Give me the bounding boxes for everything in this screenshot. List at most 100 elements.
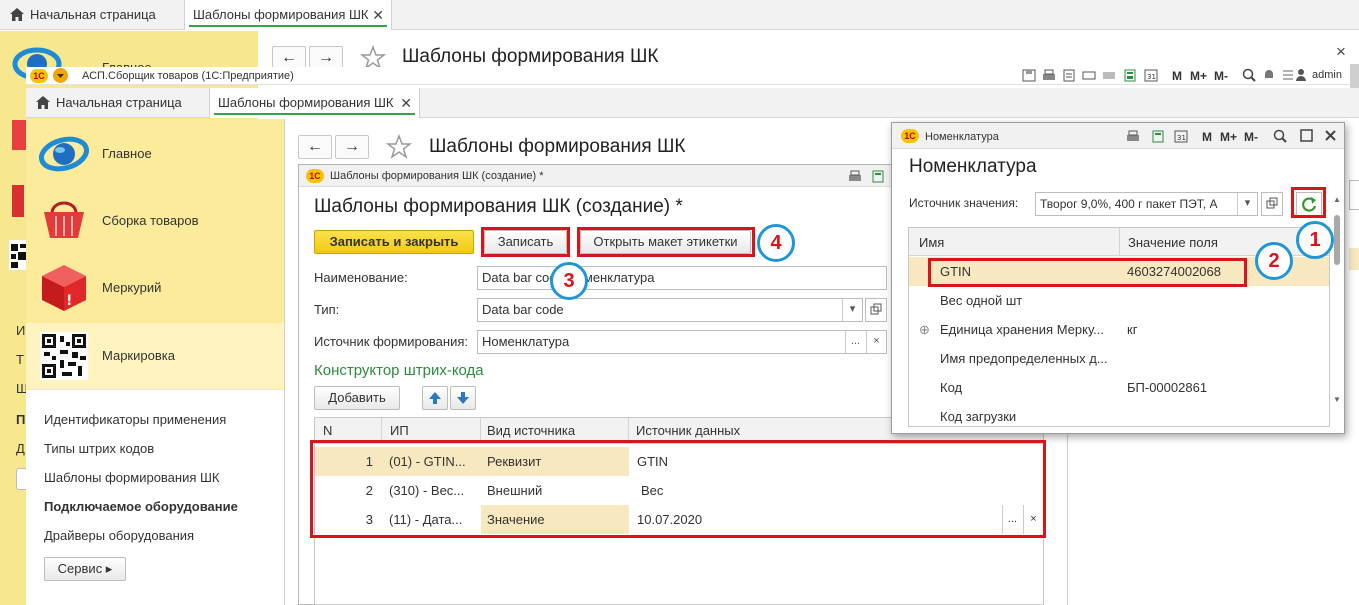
expand-plus-icon[interactable]: ⊕	[919, 315, 933, 344]
calendar-icon[interactable]: 31	[1144, 69, 1158, 82]
row-select-icon[interactable]: ...	[1002, 505, 1022, 534]
zoom-icon[interactable]	[1242, 68, 1256, 82]
row-clear-icon[interactable]: ×	[1023, 505, 1043, 534]
bg-tab-templates[interactable]: Шаблоны формирования ШК ✕	[184, 0, 392, 30]
value-source-open-icon[interactable]	[1261, 192, 1283, 216]
bg-close-icon[interactable]: ×	[1336, 42, 1346, 62]
favorite-star-icon[interactable]	[385, 133, 413, 163]
scroll-up-icon[interactable]: ▲	[1333, 195, 1341, 204]
col-name[interactable]: Имя	[919, 235, 944, 250]
tab-home[interactable]: Начальная страница	[26, 88, 206, 118]
popup-calendar-icon[interactable]: 31	[1174, 130, 1188, 143]
sidebar-item-assembly[interactable]: Сборка товаров	[26, 188, 284, 254]
sidebar-item-mercury[interactable]: ! Меркурий	[26, 255, 284, 321]
table-row[interactable]: Код загрузки	[909, 402, 1329, 426]
bg-tab-close-icon[interactable]: ✕	[372, 0, 384, 30]
table-row[interactable]: 1 (01) - GTIN... Реквизит GTIN	[315, 447, 1043, 476]
back-button[interactable]: ←	[298, 135, 332, 159]
row-n: 2	[365, 483, 373, 498]
popup-maximize-icon[interactable]	[1300, 129, 1313, 142]
source-input[interactable]: Номенклатура ... ×	[477, 330, 887, 354]
main-menu-icon[interactable]	[53, 68, 68, 83]
link-equipment-drivers[interactable]: Драйверы оборудования	[44, 528, 194, 543]
name-input[interactable]: Data bar code Номенклатура	[477, 266, 887, 290]
col-ip[interactable]: ИП	[390, 423, 409, 438]
source-select-icon[interactable]: ...	[845, 331, 865, 353]
save-and-close-button[interactable]: Записать и закрыть	[314, 230, 474, 254]
user-name[interactable]: admin	[1312, 69, 1342, 81]
link-application-identifiers[interactable]: Идентификаторы применения	[44, 412, 226, 427]
save-button[interactable]: Записать	[484, 230, 567, 254]
move-up-button[interactable]	[422, 386, 448, 410]
row-value	[1127, 402, 1317, 426]
scroll-thumb[interactable]	[1334, 215, 1340, 265]
forward-button[interactable]: →	[335, 135, 369, 159]
link-connected-equipment[interactable]: Подключаемое оборудование	[44, 499, 238, 514]
popup-scrollbar[interactable]: ▲ ▼	[1333, 195, 1341, 415]
print-icon[interactable]	[1042, 69, 1056, 82]
chevron-down-icon[interactable]: ▾	[1237, 193, 1257, 215]
link-barcode-templates[interactable]: Шаблоны формирования ШК	[44, 470, 220, 485]
popup-calculator-icon[interactable]	[1152, 130, 1164, 143]
popup-1c-logo-icon: 1С	[901, 129, 919, 143]
col-data-source[interactable]: Источник данных	[636, 423, 740, 438]
qr-code-icon	[40, 332, 88, 383]
type-open-icon[interactable]	[865, 298, 887, 322]
table-row[interactable]: Код БП-00002861	[909, 373, 1329, 402]
value-source-select[interactable]: Творог 9,0%, 400 г пакет ПЭТ, А ▾	[1035, 192, 1258, 216]
memory-plus-button[interactable]: M+	[1190, 69, 1207, 83]
table-row[interactable]: 2 (310) - Вес... Внешний Вес	[315, 476, 1043, 505]
save-icon[interactable]	[1022, 69, 1036, 82]
form-calculator-icon[interactable]	[872, 170, 884, 183]
bg-tab-home[interactable]: Начальная страница	[0, 0, 178, 30]
sidebar-divider	[284, 119, 285, 605]
popup-memory-minus-button[interactable]: M-	[1244, 130, 1258, 144]
service-button[interactable]: Сервис ▸	[44, 557, 126, 581]
popup-memory-m-button[interactable]: M	[1202, 130, 1212, 144]
refresh-icon[interactable]	[1102, 69, 1116, 82]
bg-side-letter-4: П	[16, 412, 26, 427]
cube-icon: !	[40, 263, 88, 316]
open-label-layout-button[interactable]: Открыть макет этикетки	[580, 230, 751, 254]
refresh-button[interactable]	[1296, 192, 1322, 216]
tab-home-label: Начальная страница	[56, 95, 182, 110]
sidebar-item-main[interactable]: Главное	[26, 121, 284, 187]
sidebar-item-marking[interactable]: Маркировка	[26, 323, 284, 389]
notifications-icon[interactable]	[1262, 68, 1276, 82]
col-divider	[480, 418, 481, 444]
tab-close-icon[interactable]: ✕	[400, 88, 412, 118]
source-clear-icon[interactable]: ×	[866, 331, 886, 353]
user-icon[interactable]	[1296, 68, 1306, 82]
scroll-down-icon[interactable]: ▼	[1333, 395, 1341, 404]
type-label: Тип:	[314, 302, 340, 317]
memory-m-button[interactable]: M	[1172, 69, 1182, 83]
partial-highlight	[1349, 248, 1359, 270]
add-button[interactable]: Добавить	[314, 386, 400, 410]
partial-dropdown-icon[interactable]	[1349, 180, 1359, 210]
table-row[interactable]: 3 (11) - Дата... Значение 10.07.2020 ...…	[315, 505, 1043, 534]
page-title: Шаблоны формирования ШК	[429, 136, 686, 157]
popup-memory-plus-button[interactable]: M+	[1220, 130, 1237, 144]
memory-minus-button[interactable]: M-	[1214, 69, 1228, 83]
popup-close-icon[interactable]	[1324, 129, 1337, 142]
calculator-icon[interactable]	[1124, 69, 1136, 82]
row-source-input[interactable]: 10.07.2020	[629, 505, 1001, 534]
col-field-value[interactable]: Значение поля	[1128, 235, 1218, 250]
table-row[interactable]: Имя предопределенных д...	[909, 344, 1329, 373]
move-down-button[interactable]	[450, 386, 476, 410]
tab-templates[interactable]: Шаблоны формирования ШК ✕	[209, 88, 420, 118]
table-row[interactable]: Вес одной шт	[909, 286, 1329, 315]
chevron-down-icon[interactable]: ▾	[842, 299, 862, 321]
popup-zoom-icon[interactable]	[1273, 129, 1287, 143]
bg-side-letter-1: И	[16, 323, 26, 338]
link-barcode-types[interactable]: Типы штрих кодов	[44, 441, 154, 456]
link-icon[interactable]	[1082, 69, 1096, 82]
type-select[interactable]: Data bar code ▾	[477, 298, 863, 322]
history-icon[interactable]	[1062, 69, 1076, 82]
form-print-icon[interactable]	[848, 170, 862, 183]
col-n[interactable]: N	[323, 423, 332, 438]
table-row[interactable]: ⊕ Единица хранения Мерку... кг	[909, 315, 1329, 344]
history-list-icon[interactable]	[1282, 68, 1294, 82]
col-source-kind[interactable]: Вид источника	[487, 423, 575, 438]
popup-print-icon[interactable]	[1126, 130, 1140, 143]
